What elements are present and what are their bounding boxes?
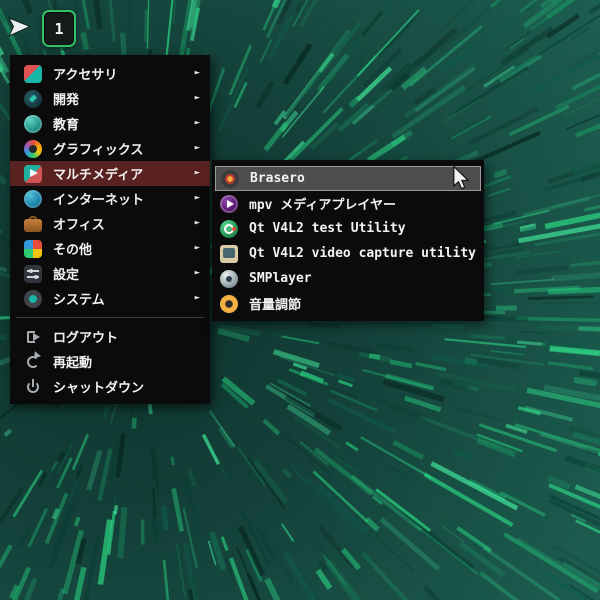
system-icon xyxy=(24,289,42,308)
education-icon xyxy=(24,114,42,133)
qt-v4l2-test-icon xyxy=(220,219,238,238)
multimedia-icon xyxy=(24,164,42,183)
menu-item-label: インターネット xyxy=(53,193,145,208)
workspace-label: 1 xyxy=(54,19,64,38)
menu-item-label: システム xyxy=(53,293,105,308)
menu-item-label: オフィス xyxy=(53,218,105,233)
desktop: 1 アクセサリ ► 開発 ► 教育 ► グラフィックス ► マルチメディア ► xyxy=(0,0,600,600)
menu-item-label: グラフィックス xyxy=(53,143,144,158)
submenu-arrow-icon: ► xyxy=(194,218,200,228)
submenu-arrow-icon: ► xyxy=(194,143,200,153)
menu-item-accessories[interactable]: アクセサリ ► xyxy=(10,61,210,86)
submenu-arrow-icon: ► xyxy=(194,118,200,128)
brasero-icon xyxy=(221,169,239,188)
menu-item-office[interactable]: オフィス ► xyxy=(10,211,210,236)
submenu-item-brasero[interactable]: Brasero xyxy=(215,166,481,191)
restart-icon xyxy=(24,353,42,371)
development-icon xyxy=(24,89,42,108)
submenu-item-volume[interactable]: 音量調節 xyxy=(212,291,484,316)
mpv-icon xyxy=(220,194,238,213)
menu-item-label: ログアウト xyxy=(53,331,119,346)
submenu-item-smplayer[interactable]: SMPlayer xyxy=(212,266,484,291)
workspace-indicator[interactable]: 1 xyxy=(42,10,76,47)
submenu-item-label: Qt V4L2 test Utility xyxy=(249,221,406,236)
menu-item-logout[interactable]: ログアウト xyxy=(10,324,210,349)
menu-item-internet[interactable]: インターネット ► xyxy=(10,186,210,211)
menu-item-label: シャットダウン xyxy=(53,381,145,396)
menu-item-label: マルチメディア xyxy=(53,168,144,183)
submenu-item-label: SMPlayer xyxy=(249,271,312,286)
submenu-arrow-icon: ► xyxy=(194,243,200,253)
settings-icon xyxy=(24,264,42,283)
submenu-arrow-icon: ► xyxy=(194,168,200,178)
multimedia-submenu: Brasero mpv メディアプレイヤー Qt V4L2 test Utili… xyxy=(212,160,484,321)
submenu-arrow-icon: ► xyxy=(194,68,200,78)
logout-icon xyxy=(24,328,42,346)
app-menu: アクセサリ ► 開発 ► 教育 ► グラフィックス ► マルチメディア ► イン… xyxy=(10,55,210,404)
menu-item-other[interactable]: その他 ► xyxy=(10,236,210,261)
menu-item-education[interactable]: 教育 ► xyxy=(10,111,210,136)
launcher-button[interactable] xyxy=(7,15,32,39)
submenu-arrow-icon: ► xyxy=(194,293,200,303)
mouse-cursor xyxy=(453,165,470,190)
menu-item-graphics[interactable]: グラフィックス ► xyxy=(10,136,210,161)
menu-item-label: 教育 xyxy=(53,118,80,133)
menu-item-development[interactable]: 開発 ► xyxy=(10,86,210,111)
submenu-item-label: Brasero xyxy=(250,171,305,186)
menu-item-restart[interactable]: 再起動 xyxy=(10,349,210,374)
submenu-arrow-icon: ► xyxy=(194,193,200,203)
smplayer-icon xyxy=(220,269,238,288)
menu-item-system[interactable]: システム ► xyxy=(10,286,210,311)
menu-item-label: 開発 xyxy=(53,93,80,108)
submenu-arrow-icon: ► xyxy=(194,93,200,103)
submenu-item-qt-v4l2-test[interactable]: Qt V4L2 test Utility xyxy=(212,216,484,241)
qt-v4l2-capture-icon xyxy=(220,244,238,263)
menu-item-label: その他 xyxy=(53,243,93,258)
graphics-icon xyxy=(24,139,42,158)
top-panel: 1 xyxy=(0,0,600,52)
menu-item-label: 再起動 xyxy=(53,356,93,371)
shutdown-icon xyxy=(24,378,42,396)
send-icon xyxy=(7,17,32,38)
volume-icon xyxy=(220,294,238,313)
internet-icon xyxy=(24,189,42,208)
menu-item-shutdown[interactable]: シャットダウン xyxy=(10,374,210,399)
menu-separator xyxy=(16,317,204,318)
submenu-item-label: Qt V4L2 video capture utility xyxy=(249,246,476,261)
accessories-icon xyxy=(24,64,42,83)
menu-item-multimedia[interactable]: マルチメディア ► xyxy=(10,161,210,186)
submenu-arrow-icon: ► xyxy=(194,268,200,278)
menu-item-label: 設定 xyxy=(53,268,80,283)
other-icon xyxy=(24,239,42,258)
submenu-item-mpv[interactable]: mpv メディアプレイヤー xyxy=(212,191,484,216)
submenu-item-qt-v4l2-capture[interactable]: Qt V4L2 video capture utility xyxy=(212,241,484,266)
menu-item-settings[interactable]: 設定 ► xyxy=(10,261,210,286)
submenu-item-label: mpv メディアプレイヤー xyxy=(249,198,397,213)
menu-item-label: アクセサリ xyxy=(53,68,118,83)
submenu-item-label: 音量調節 xyxy=(249,298,302,313)
office-icon xyxy=(24,215,42,233)
